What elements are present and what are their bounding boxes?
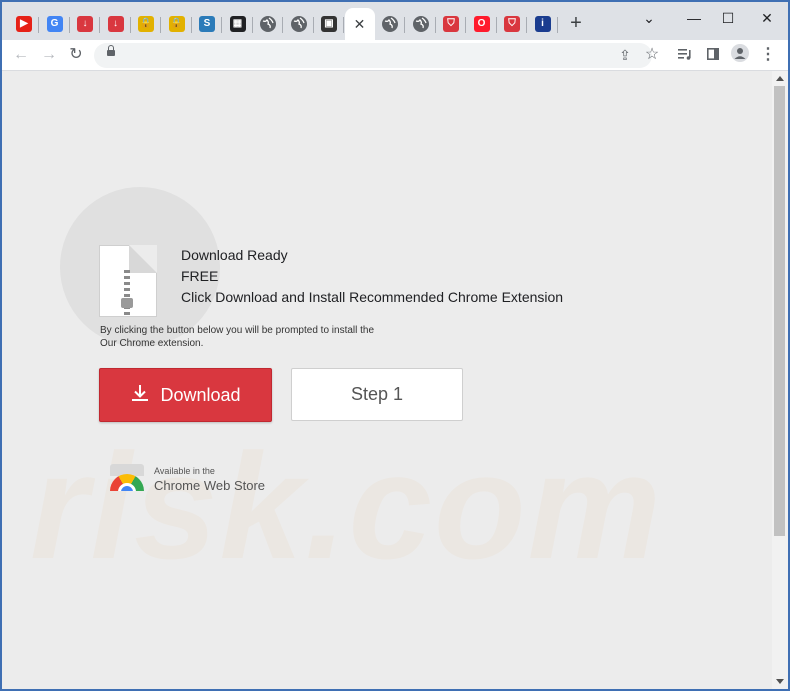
watermark-risk: risk.com (30, 422, 663, 590)
close-window-button[interactable]: ✕ (752, 6, 782, 30)
reload-button[interactable]: ↻ (65, 44, 87, 66)
browser-tab[interactable] (284, 10, 314, 38)
free-text: FREE (181, 268, 219, 284)
tab-search-dropdown-icon[interactable]: ⌄ (634, 6, 664, 30)
download-button-label: Download (160, 384, 241, 405)
download-arrow-icon: ↓ (107, 16, 124, 32)
browser-tab[interactable]: ⛉ (497, 10, 527, 38)
image-icon: ▣ (321, 16, 337, 32)
back-button[interactable]: ← (10, 44, 32, 66)
menu-kebab-icon[interactable]: ⋮ (757, 44, 779, 66)
browser-tab[interactable]: ✕ (344, 8, 375, 40)
new-tab-button[interactable]: + (564, 11, 588, 35)
step-1-label: Step 1 (350, 384, 404, 404)
youtube-icon: ▶ (16, 16, 32, 32)
maximize-button[interactable]: ☐ (713, 6, 743, 30)
bookmark-star-icon[interactable]: ☆ (641, 44, 663, 66)
s-logo-icon: S (199, 16, 215, 32)
browser-tab[interactable]: O (467, 10, 497, 38)
download-ready-text: Download Ready (181, 247, 288, 263)
dark-logo-icon: ▦ (229, 16, 246, 32)
globe-icon (382, 16, 398, 32)
chrome-web-store-badge[interactable]: Available in the Chrome Web Store (108, 464, 268, 504)
browser-tab[interactable]: ↓ (101, 10, 131, 38)
globe-icon (412, 16, 429, 32)
browser-tab[interactable] (375, 10, 405, 38)
italic-i-icon: i (534, 16, 551, 32)
browser-tab[interactable]: ▶ (9, 10, 39, 38)
browser-tab[interactable]: i (528, 10, 558, 38)
install-note-line2: Our Chrome extension. (100, 338, 204, 349)
download-arrow-icon (130, 383, 150, 408)
scroll-down-icon[interactable] (776, 679, 784, 684)
browser-tab[interactable]: ▦ (223, 10, 253, 38)
browser-tab[interactable]: ⛉ (436, 10, 466, 38)
google-icon: G (46, 16, 63, 32)
shield-icon: ⛉ (504, 16, 520, 32)
side-panel-icon[interactable] (702, 44, 724, 66)
forward-button[interactable]: → (38, 44, 60, 66)
lock-icon: 🔒 (168, 16, 185, 32)
shield-icon: ⛉ (443, 16, 459, 32)
browser-tab[interactable]: 🔒 (162, 10, 192, 38)
browser-tab[interactable]: G (40, 10, 70, 38)
browser-tab[interactable]: ▣ (314, 10, 344, 38)
browser-toolbar: ← → ↻ ⇪ ☆ ⋮ (2, 40, 788, 71)
address-bar[interactable] (94, 43, 652, 68)
browser-window: + ⌄ — ☐ ✕ ▶ G ↓ ↓ 🔒 🔒 S ▦ ▣ ✕ ⛉ O ⛉ i ← → ↻ ⇪ ☆ ⋮ ris… (2, 2, 788, 689)
instruction-text: Click Download and Install Recommended C… (181, 289, 564, 305)
chrome-logo-icon (110, 474, 144, 491)
download-button[interactable]: Download (99, 368, 272, 422)
opera-icon: O (473, 16, 490, 32)
browser-tab[interactable]: 🔒 (131, 10, 161, 38)
web-page: risk.com Download Ready FREE Click Downl… (2, 71, 772, 689)
lock-icon: 🔒 (138, 16, 154, 32)
globe-icon (260, 16, 276, 32)
download-arrow-icon: ↓ (77, 16, 93, 32)
share-icon[interactable]: ⇪ (614, 44, 636, 66)
tab-strip: + ⌄ — ☐ ✕ ▶ G ↓ ↓ 🔒 🔒 S ▦ ▣ ✕ ⛉ O ⛉ i (2, 2, 788, 40)
cws-available-text: Available in the (154, 466, 215, 476)
browser-tab[interactable]: S (192, 10, 222, 38)
lock-icon[interactable] (107, 45, 115, 56)
scroll-up-icon[interactable] (776, 76, 784, 81)
step-1-button[interactable]: Step 1 (291, 368, 463, 421)
install-note-line1: By clicking the button below you will be… (100, 325, 375, 336)
browser-tab[interactable]: ↓ (70, 10, 100, 38)
browser-tab[interactable] (406, 10, 436, 38)
close-icon[interactable]: ✕ (354, 16, 366, 33)
vertical-scrollbar[interactable] (772, 71, 788, 689)
scroll-thumb[interactable] (774, 86, 785, 536)
profile-avatar-icon[interactable] (729, 44, 751, 66)
browser-tab[interactable] (253, 10, 283, 38)
media-controls-icon[interactable] (674, 44, 696, 66)
cws-store-text: Chrome Web Store (154, 478, 266, 493)
zip-file-icon (99, 245, 157, 317)
minimize-button[interactable]: — (679, 6, 709, 30)
globe-icon (290, 16, 307, 32)
